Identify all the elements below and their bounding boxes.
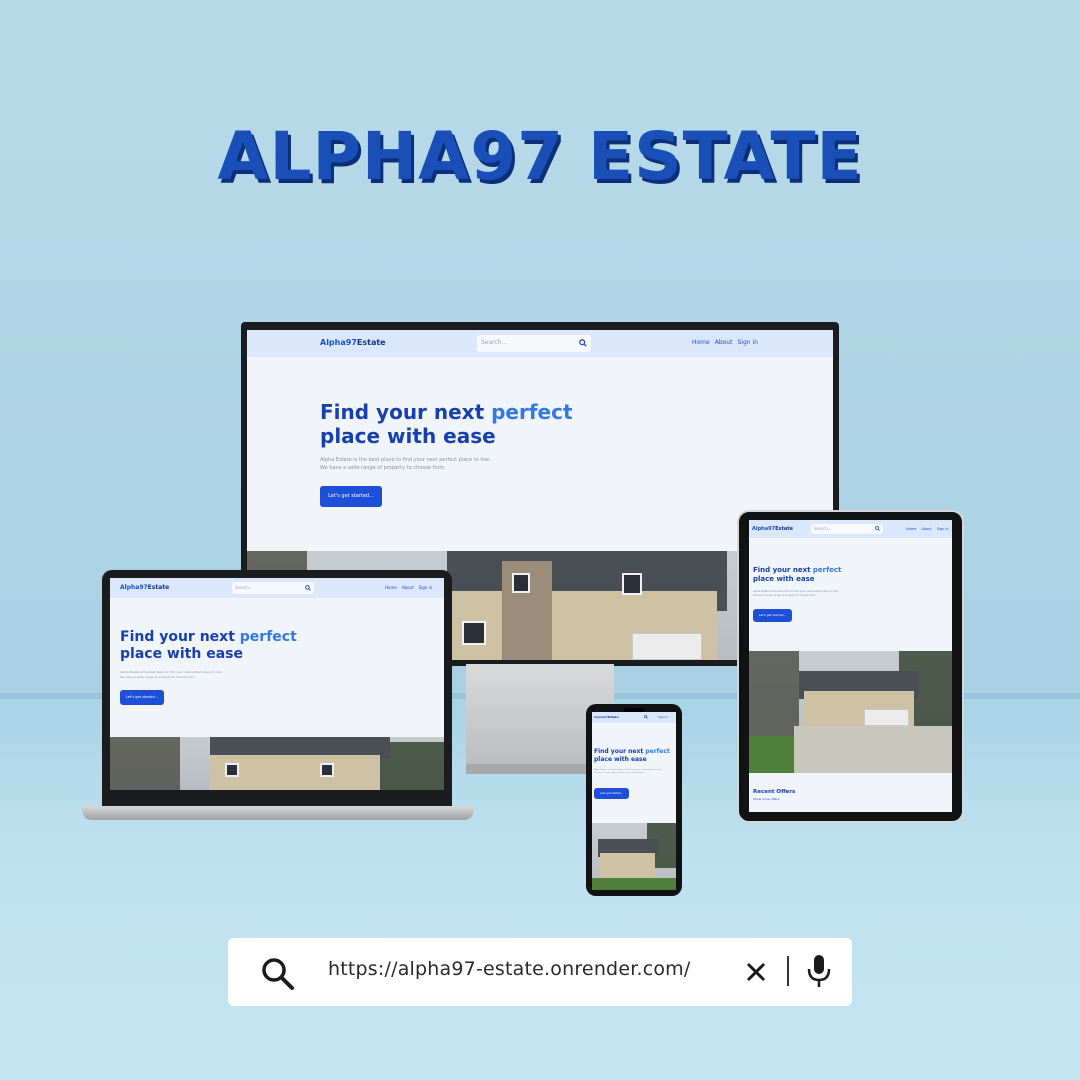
site-header: Alpha97Estate Search... Home About Sign in <box>110 578 444 598</box>
headline: ALPHA97 ESTATE <box>217 118 863 195</box>
site-logo[interactable]: Alpha97Estate <box>594 715 619 719</box>
recent-offers-title: Recent Offers <box>753 789 796 795</box>
hero-house-image <box>110 737 444 790</box>
nav-about[interactable]: About <box>921 527 931 531</box>
get-started-button[interactable]: Let's get started... <box>594 788 629 799</box>
hero-title: Find your next perfect place with ease <box>753 566 842 583</box>
phone-screen: Alpha97Estate Sign in Find your next per… <box>592 712 676 890</box>
get-started-button[interactable]: Let's get started... <box>753 609 792 622</box>
nav-sign-in[interactable]: Sign in <box>419 585 433 590</box>
site-header: Alpha97Estate Sign in <box>592 712 676 723</box>
nav-home[interactable]: Home <box>692 339 710 346</box>
get-started-button[interactable]: Let's get started... <box>320 486 382 507</box>
site-logo[interactable]: Alpha97Estate <box>120 584 169 591</box>
site-nav-sign-in[interactable]: Sign in <box>658 715 668 719</box>
search-icon[interactable] <box>579 339 587 347</box>
search-input[interactable]: Search... <box>232 582 314 594</box>
search-input[interactable]: Search... <box>811 524 883 534</box>
site-nav: Home About Sign in <box>687 339 758 346</box>
hero-house-image <box>592 823 676 890</box>
nav-about[interactable]: About <box>402 585 414 590</box>
hero-house-image <box>749 651 952 773</box>
search-placeholder: Search... <box>235 585 253 590</box>
nav-home[interactable]: Home <box>385 585 397 590</box>
close-icon[interactable] <box>740 956 772 988</box>
microphone-icon[interactable] <box>806 954 832 988</box>
site-header: Alpha97Estate Search... Home About Sign in <box>749 520 952 538</box>
get-started-button[interactable]: Let's get started... <box>120 690 164 705</box>
site-nav: Home About Sign in <box>380 585 432 590</box>
site-logo[interactable]: Alpha97Estate <box>320 338 386 347</box>
search-icon[interactable] <box>305 585 311 591</box>
hero-title: Find your next perfect place with ease <box>594 748 670 763</box>
nav-about[interactable]: About <box>715 339 733 346</box>
hero-description: Alpha Estate is the best place to find y… <box>120 670 223 679</box>
search-placeholder: Search... <box>814 526 832 531</box>
url-divider <box>787 956 789 986</box>
show-more-offers-link[interactable]: Show more offers <box>753 797 779 801</box>
search-icon[interactable] <box>260 956 296 992</box>
url-text[interactable]: https://alpha97-estate.onrender.com/ <box>328 958 691 980</box>
laptop-base <box>82 806 474 820</box>
search-input[interactable]: Search... <box>477 335 591 352</box>
hero-description: Alpha Estate is the best place to find y… <box>753 590 839 597</box>
nav-home[interactable]: Home <box>906 527 916 531</box>
url-bar[interactable]: https://alpha97-estate.onrender.com/ <box>228 938 852 1006</box>
hero-description: Alpha Estate is the best place to find y… <box>320 457 491 471</box>
search-icon[interactable] <box>875 526 880 531</box>
laptop-screen: Alpha97Estate Search... Home About Sign in… <box>110 578 444 790</box>
nav-sign-in[interactable]: Sign in <box>737 339 757 346</box>
hero-title: Find your next perfect place with ease <box>120 629 297 662</box>
nav-sign-in[interactable]: Sign in <box>937 527 949 531</box>
search-icon[interactable] <box>644 715 648 719</box>
site-nav: Home About Sign in <box>901 527 949 531</box>
site-logo[interactable]: Alpha97Estate <box>752 526 793 532</box>
tablet-screen: Alpha97Estate Search... Home About Sign in… <box>749 520 952 812</box>
site-header: Alpha97Estate Search... Home About Sign in <box>247 330 833 357</box>
search-placeholder: Search... <box>481 339 508 346</box>
hero-description: Alpha Estate is the best place to find y… <box>594 769 663 774</box>
hero-title: Find your next perfect place with ease <box>320 400 573 448</box>
